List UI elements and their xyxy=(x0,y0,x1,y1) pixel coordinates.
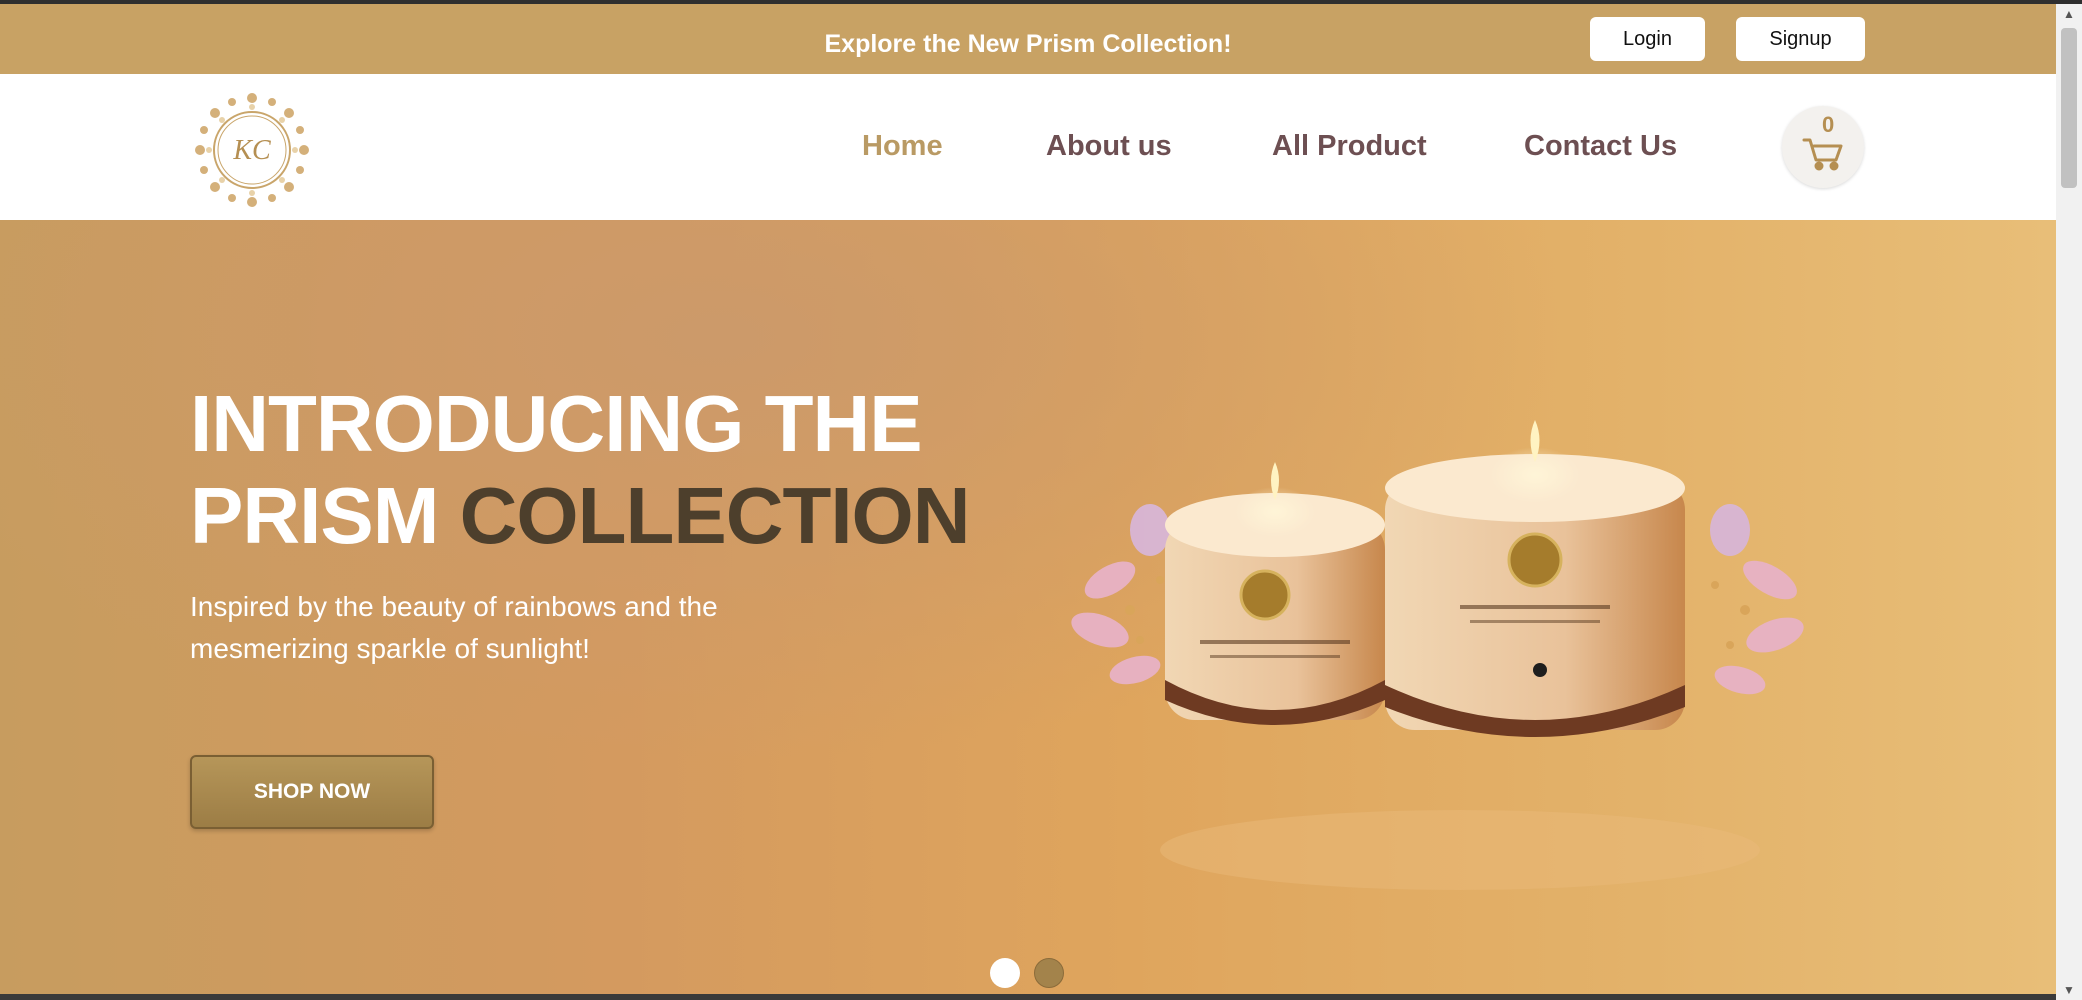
nav-about-link[interactable]: About us xyxy=(1046,130,1172,163)
carousel-dot-1[interactable] xyxy=(990,958,1020,988)
nav-home-link[interactable]: Home xyxy=(862,130,943,163)
candles-illustration-icon xyxy=(1071,420,1804,890)
hero-title-line1: INTRODUCING THE xyxy=(190,379,923,468)
cart-button[interactable]: 0 xyxy=(1782,106,1864,188)
hero-title-line2-light: PRISM xyxy=(190,471,439,560)
hero-subtitle: Inspired by the beauty of rainbows and t… xyxy=(190,591,718,664)
nav-all-product-link[interactable]: All Product xyxy=(1272,130,1427,163)
carousel-dot-2[interactable] xyxy=(1034,958,1064,988)
login-button[interactable]: Login xyxy=(1590,17,1705,61)
candles-image xyxy=(1040,380,1840,940)
carousel-dots xyxy=(990,958,1064,988)
svg-text:KC: KC xyxy=(232,135,271,166)
bottom-edge xyxy=(0,994,2056,1000)
brand-logo[interactable]: KC xyxy=(190,88,314,212)
scroll-up-arrow-icon[interactable]: ▲ xyxy=(2056,4,2082,24)
page-scrollbar[interactable]: ▲ ▼ xyxy=(2056,4,2082,1000)
hero-title-line2-dark: COLLECTION xyxy=(459,471,971,560)
scrollbar-thumb[interactable] xyxy=(2061,28,2077,188)
signup-button[interactable]: Signup xyxy=(1736,17,1865,61)
hero-title: INTRODUCING THE PRISM COLLECTION xyxy=(190,378,990,562)
announcement-text: Explore the New Prism Collection! xyxy=(824,30,1232,58)
logo-emblem-icon: KC xyxy=(195,93,309,207)
shop-now-button[interactable]: SHOP NOW xyxy=(190,755,434,829)
main-navbar: KC Home About us All Product Contact Us … xyxy=(0,74,2056,220)
nav-contact-link[interactable]: Contact Us xyxy=(1524,130,1677,163)
scroll-down-arrow-icon[interactable]: ▼ xyxy=(2056,980,2082,1000)
hero-banner: INTRODUCING THE PRISM COLLECTION Inspire… xyxy=(0,220,2056,1000)
cart-count-badge: 0 xyxy=(1822,112,1835,137)
announcement-bar: Explore the New Prism Collection! Login … xyxy=(0,4,2056,74)
